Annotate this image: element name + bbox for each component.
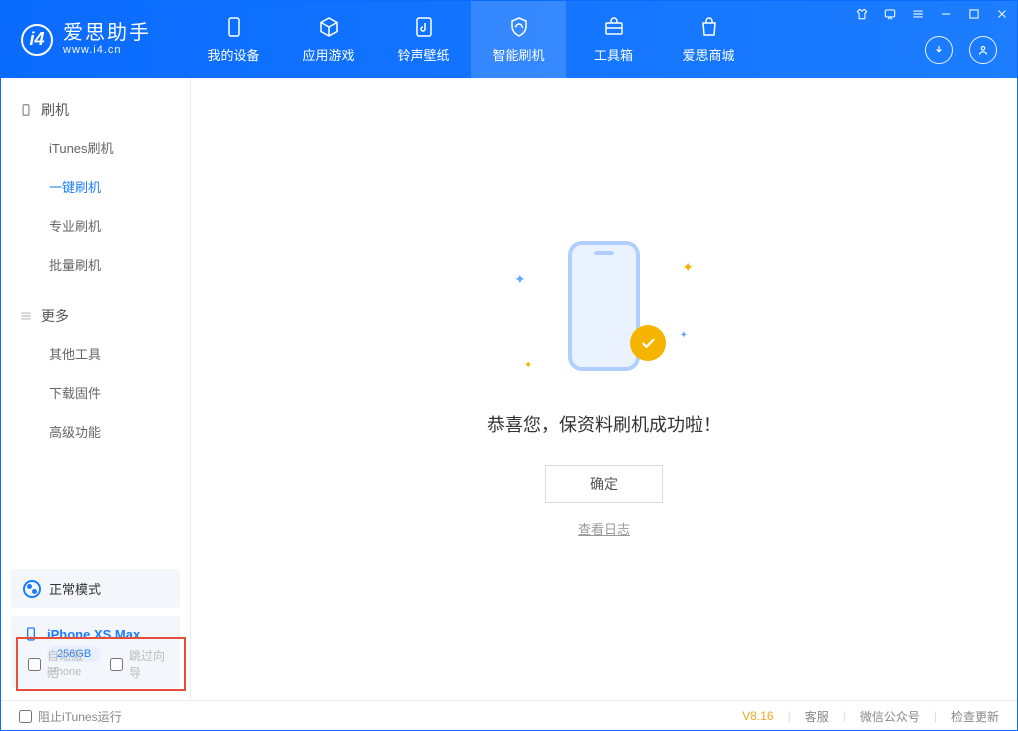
device-mode[interactable]: 正常模式: [11, 569, 180, 608]
mode-icon: [23, 580, 41, 598]
sidebar-item-batch-flash[interactable]: 批量刷机: [1, 245, 190, 284]
cube-icon: [317, 15, 341, 39]
sidebar-item-other-tools[interactable]: 其他工具: [1, 334, 190, 373]
tab-label: 爱思商城: [682, 45, 734, 64]
status-bar: 阻止iTunes运行 V8.16 | 客服 | 微信公众号 | 检查更新: [1, 700, 1017, 731]
check-badge-icon: [630, 325, 666, 361]
main-tabs: 我的设备 应用游戏 铃声壁纸 智能刷机 工具箱 爱思商城: [186, 1, 756, 78]
sparkle-icon: ✦: [682, 259, 694, 276]
app-url: www.i4.cn: [63, 44, 151, 56]
maximize-button[interactable]: [967, 7, 981, 24]
tab-label: 工具箱: [594, 45, 633, 64]
options-highlight: 自动激活 跳过向导: [16, 637, 186, 691]
sidebar-group-more: 更多: [1, 298, 190, 334]
tab-toolbox[interactable]: 工具箱: [566, 1, 661, 78]
feedback-icon[interactable]: [883, 7, 897, 24]
logo-icon: i4: [21, 24, 53, 56]
skip-guide-checkbox[interactable]: 跳过向导: [110, 647, 174, 681]
close-button[interactable]: [995, 7, 1009, 24]
sparkle-icon: ✦: [680, 330, 688, 341]
tab-label: 铃声壁纸: [397, 45, 449, 64]
block-itunes-checkbox[interactable]: [19, 710, 32, 723]
version-label: V8.16: [742, 709, 773, 723]
auto-activate-checkbox[interactable]: 自动激活: [28, 647, 92, 681]
wechat-link[interactable]: 微信公众号: [860, 708, 920, 725]
sidebar-item-advanced[interactable]: 高级功能: [1, 412, 190, 451]
sidebar-item-itunes-flash[interactable]: iTunes刷机: [1, 128, 190, 167]
support-link[interactable]: 客服: [805, 708, 829, 725]
sparkle-icon: ✦: [514, 271, 526, 288]
tab-my-device[interactable]: 我的设备: [186, 1, 281, 78]
download-button[interactable]: [925, 36, 953, 64]
checkbox-input[interactable]: [28, 658, 41, 671]
sidebar-item-download-firmware[interactable]: 下载固件: [1, 373, 190, 412]
ok-button[interactable]: 确定: [545, 465, 663, 503]
view-log-link[interactable]: 查看日志: [578, 519, 630, 538]
skin-icon[interactable]: [855, 7, 869, 24]
logo-area: i4 爱思助手 www.i4.cn: [1, 22, 171, 56]
success-illustration: ✦ ✦ ✦ ✦: [534, 241, 674, 381]
block-itunes-label: 阻止iTunes运行: [38, 708, 122, 725]
checkbox-input[interactable]: [110, 658, 123, 671]
bag-icon: [697, 15, 721, 39]
main-content: ✦ ✦ ✦ ✦ 恭喜您，保资料刷机成功啦！ 确定 查看日志: [191, 78, 1017, 700]
sidebar-item-onekey-flash[interactable]: 一键刷机: [1, 167, 190, 206]
tab-label: 我的设备: [207, 45, 259, 64]
tab-label: 智能刷机: [492, 45, 544, 64]
music-file-icon: [412, 15, 436, 39]
phone-icon: [222, 15, 246, 39]
window-controls: [855, 7, 1009, 24]
success-message: 恭喜您，保资料刷机成功啦！: [487, 411, 721, 437]
app-title: 爱思助手: [63, 22, 151, 44]
shield-refresh-icon: [507, 15, 531, 39]
mode-label: 正常模式: [49, 579, 101, 598]
app-header: i4 爱思助手 www.i4.cn 我的设备 应用游戏 铃声壁纸 智能刷机 工具…: [1, 1, 1017, 78]
tab-ringtone-wallpaper[interactable]: 铃声壁纸: [376, 1, 471, 78]
menu-icon[interactable]: [911, 7, 925, 24]
phone-icon: [568, 241, 640, 371]
user-button[interactable]: [969, 36, 997, 64]
minimize-button[interactable]: [939, 7, 953, 24]
sparkle-icon: ✦: [524, 360, 532, 371]
tab-apps-games[interactable]: 应用游戏: [281, 1, 376, 78]
tab-label: 应用游戏: [302, 45, 354, 64]
sidebar-group-flash: 刷机: [1, 92, 190, 128]
sidebar: 刷机 iTunes刷机 一键刷机 专业刷机 批量刷机 更多 其他工具 下载固件 …: [1, 78, 191, 700]
check-update-link[interactable]: 检查更新: [951, 708, 999, 725]
tab-smart-flash[interactable]: 智能刷机: [471, 1, 566, 78]
tab-store[interactable]: 爱思商城: [661, 1, 756, 78]
header-actions: [925, 36, 997, 64]
sidebar-item-pro-flash[interactable]: 专业刷机: [1, 206, 190, 245]
toolbox-icon: [602, 15, 626, 39]
